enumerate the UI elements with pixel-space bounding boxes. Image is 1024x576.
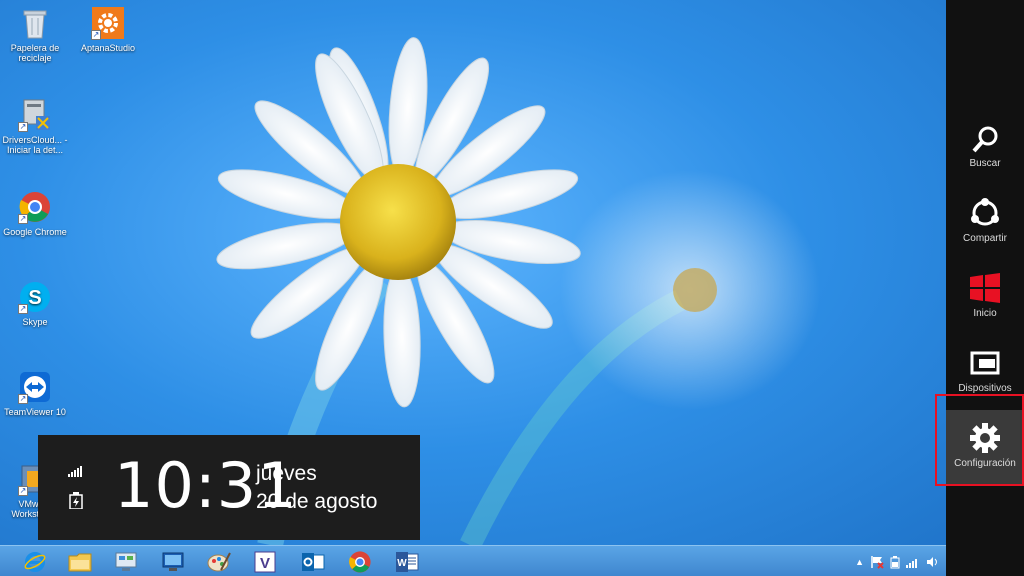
- charm-search[interactable]: Buscar: [946, 114, 1024, 186]
- desktop-icon-recycle-bin[interactable]: Papelera de reciclaje: [0, 6, 70, 63]
- share-icon: [971, 198, 999, 226]
- selection-highlight-box: [935, 394, 1024, 486]
- shortcut-arrow-icon: ↗: [18, 486, 28, 496]
- clock-day: jueves: [256, 462, 317, 485]
- clock-date: 20 de agosto: [256, 490, 378, 513]
- desktop-icon-label: Skype: [22, 317, 48, 327]
- recycle-bin-icon: [18, 6, 52, 40]
- taskbar-network[interactable]: [113, 549, 139, 575]
- system-tray: ▲: [855, 554, 940, 570]
- desktop-icon-label: DriversCloud... - Iniciar la det...: [2, 135, 68, 155]
- search-icon: [972, 126, 998, 153]
- word-icon: W: [396, 552, 419, 572]
- charm-start[interactable]: Inicio: [946, 264, 1024, 336]
- charms-bar: Buscar Compartir Inicio Dispositivos Con…: [946, 0, 1024, 576]
- desktop-icon-label: AptanaStudio: [80, 43, 136, 53]
- charm-label: Compartir: [963, 233, 1007, 244]
- shortcut-arrow-icon: ↗: [18, 394, 28, 404]
- chrome-icon: ↗: [18, 190, 52, 224]
- tray-volume-icon[interactable]: [926, 556, 940, 568]
- shortcut-arrow-icon: ↗: [18, 122, 28, 132]
- shortcut-arrow-icon: ↗: [18, 304, 28, 314]
- outlook-icon: [302, 553, 325, 571]
- tray-overflow-icon[interactable]: ▲: [855, 557, 864, 567]
- chrome-icon: [349, 551, 371, 573]
- devices-icon: [970, 351, 1000, 375]
- tray-network-icon[interactable]: [906, 556, 920, 568]
- charm-label: Dispositivos: [958, 383, 1012, 394]
- shortcut-arrow-icon: ↗: [18, 214, 28, 224]
- svg-text:W: W: [397, 558, 407, 569]
- visual-studio-icon: V: [254, 551, 276, 573]
- paint-icon: [207, 552, 231, 572]
- desktop-icon-skype[interactable]: S ↗ Skype: [0, 280, 70, 327]
- taskbar-visual-studio[interactable]: V: [252, 549, 278, 575]
- clock-date-overlay: 10:31 jueves 20 de agosto: [38, 435, 420, 540]
- teamviewer-icon: ↗: [18, 370, 52, 404]
- svg-text:V: V: [260, 555, 270, 572]
- taskbar-internet-explorer[interactable]: [22, 549, 48, 575]
- aptana-icon: ↗: [91, 6, 125, 40]
- charm-share[interactable]: Compartir: [946, 189, 1024, 261]
- taskbar-remote-desktop[interactable]: [160, 549, 186, 575]
- driverscloud-icon: ↗: [18, 98, 52, 132]
- network-icon: [115, 552, 137, 571]
- action-center-flag-icon[interactable]: [870, 555, 884, 569]
- desktop-icon-label: TeamViewer 10: [4, 407, 66, 417]
- desktop-icon-driverscloud[interactable]: ↗ DriversCloud... - Iniciar la det...: [0, 98, 70, 155]
- desktop-icon-aptana[interactable]: ↗ AptanaStudio: [73, 6, 143, 53]
- taskbar-outlook[interactable]: [300, 549, 326, 575]
- signal-strength-icon: [68, 466, 82, 477]
- remote-desktop-icon: [162, 552, 184, 571]
- taskbar-file-explorer[interactable]: [67, 549, 93, 575]
- skype-icon: S ↗: [18, 280, 52, 314]
- internet-explorer-icon: [24, 552, 46, 572]
- shortcut-arrow-icon: ↗: [91, 30, 101, 40]
- taskbar-word[interactable]: W: [394, 549, 420, 575]
- desktop-icon-label: Papelera de reciclaje: [10, 43, 60, 63]
- desktop-icon-google-chrome[interactable]: ↗ Google Chrome: [0, 190, 70, 237]
- charm-label: Buscar: [969, 158, 1001, 169]
- file-explorer-icon: [68, 553, 92, 572]
- charm-label: Inicio: [973, 308, 997, 319]
- windows-logo-icon: [970, 273, 1000, 303]
- taskbar: V W ▲: [0, 545, 946, 576]
- desktop-icon-teamviewer[interactable]: ↗ TeamViewer 10: [0, 370, 70, 417]
- desktop-icon-label: Google Chrome: [3, 227, 67, 237]
- tray-battery-icon[interactable]: [890, 555, 900, 569]
- taskbar-chrome[interactable]: [347, 549, 373, 575]
- battery-charging-icon: [69, 492, 83, 509]
- taskbar-paint[interactable]: [206, 549, 232, 575]
- svg-text:S: S: [28, 287, 41, 309]
